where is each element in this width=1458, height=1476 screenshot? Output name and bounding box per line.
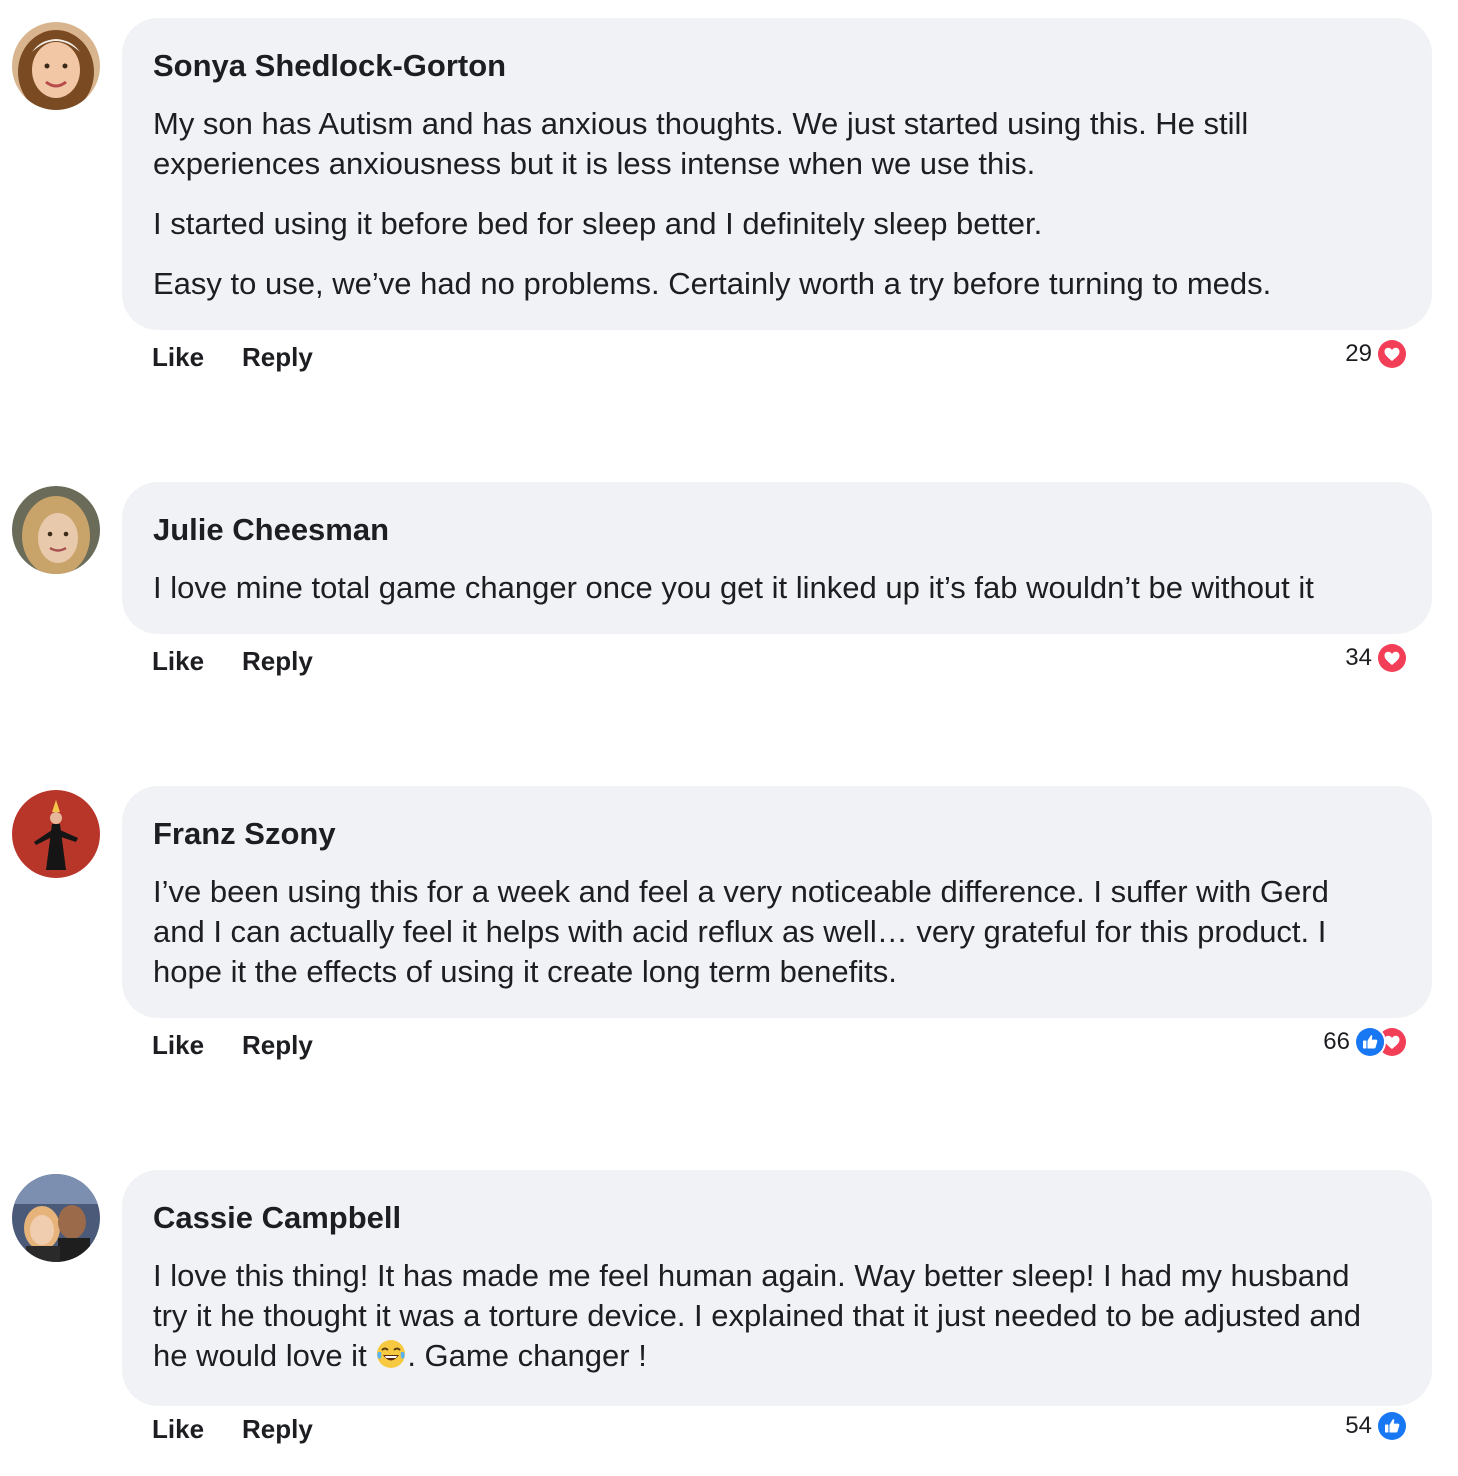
love-icon: [1376, 338, 1408, 370]
reaction-count: 29: [1345, 340, 1372, 367]
like-icon: [1354, 1026, 1386, 1058]
comment-text-fragment: he would love it: [153, 1338, 367, 1373]
comment-author[interactable]: Julie Cheesman: [153, 510, 1402, 550]
reply-button[interactable]: Reply: [242, 1414, 313, 1444]
like-button[interactable]: Like: [152, 1414, 204, 1444]
avatar[interactable]: [12, 1174, 100, 1262]
avatar[interactable]: [12, 790, 100, 878]
comment-actions: Like Reply: [152, 1414, 313, 1445]
reply-button[interactable]: Reply: [242, 646, 313, 676]
comment-text-line: try it he thought it was a torture devic…: [153, 1298, 1362, 1333]
comment-author[interactable]: Cassie Campbell: [153, 1198, 1402, 1238]
comment-text-fragment: . Game changer !: [407, 1338, 647, 1373]
reaction-summary[interactable]: 66: [1323, 1026, 1408, 1058]
comment-text: Easy to use, we’ve had no problems. Cert…: [153, 266, 1272, 301]
comment-bubble: Sonya Shedlock-Gorton My son has Autism …: [122, 18, 1432, 330]
reply-button[interactable]: Reply: [242, 1030, 313, 1060]
comment-text-line: he would love it . Game changer !: [153, 1336, 1402, 1380]
comment-bubble: Franz Szony I’ve been using this for a w…: [122, 786, 1432, 1018]
like-icon: [1376, 1410, 1408, 1442]
reaction-count: 66: [1323, 1028, 1350, 1055]
comment-text-line: hope it the effects of using it create l…: [153, 954, 897, 989]
like-button[interactable]: Like: [152, 1030, 204, 1060]
comment-actions: Like Reply: [152, 646, 313, 677]
comment-actions: Like Reply: [152, 1030, 313, 1061]
comment-bubble: Cassie Campbell I love this thing! It ha…: [122, 1170, 1432, 1406]
avatar[interactable]: [12, 486, 100, 574]
comment-text: I started using it before bed for sleep …: [153, 206, 1043, 241]
like-button[interactable]: Like: [152, 646, 204, 676]
comment-text-line: experiences anxiousness but it is less i…: [153, 146, 1036, 181]
comment-actions: Like Reply: [152, 342, 313, 373]
comment-bubble: Julie Cheesman I love mine total game ch…: [122, 482, 1432, 634]
reaction-summary[interactable]: 54: [1345, 1410, 1408, 1442]
comment-author[interactable]: Franz Szony: [153, 814, 1402, 854]
comment-text: I love mine total game changer once you …: [153, 570, 1314, 605]
reply-button[interactable]: Reply: [242, 342, 313, 372]
reaction-summary[interactable]: 34: [1345, 642, 1408, 674]
comment-author[interactable]: Sonya Shedlock-Gorton: [153, 46, 1402, 86]
avatar[interactable]: [12, 22, 100, 110]
reaction-count: 34: [1345, 644, 1372, 671]
comment-text-line: and I can actually feel it helps with ac…: [153, 914, 1327, 949]
like-button[interactable]: Like: [152, 342, 204, 372]
reaction-summary[interactable]: 29: [1345, 338, 1408, 370]
love-icon: [1376, 642, 1408, 674]
comment-text-line: My son has Autism and has anxious though…: [153, 106, 1249, 141]
reaction-count: 54: [1345, 1412, 1372, 1439]
laughing-tears-emoji-icon: [375, 1338, 407, 1380]
comment-text-line: I love this thing! It has made me feel h…: [153, 1258, 1350, 1293]
comment-text-line: I’ve been using this for a week and feel…: [153, 874, 1329, 909]
